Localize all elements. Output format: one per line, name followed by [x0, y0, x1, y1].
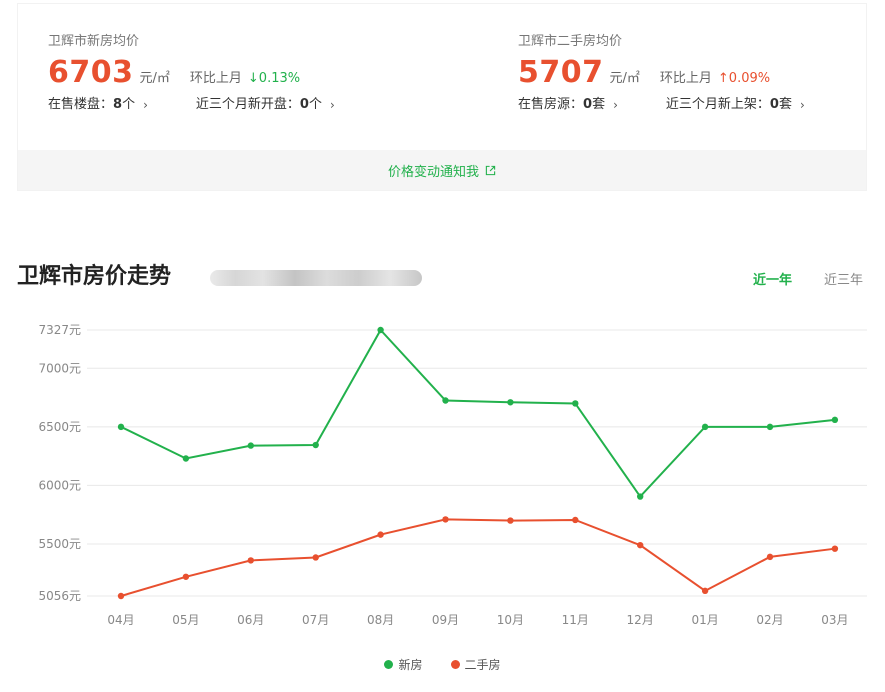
new-house-mom-value: ↓0.13%: [247, 71, 301, 86]
data-point[interactable]: [312, 554, 319, 561]
data-point[interactable]: [377, 326, 384, 334]
x-tick-label: 05月: [172, 613, 199, 627]
data-point[interactable]: [572, 400, 579, 407]
data-point[interactable]: [572, 516, 579, 524]
tab-one-year[interactable]: 近一年: [753, 273, 792, 289]
blurred-subtitle: [210, 270, 422, 286]
price-trend-chart: 5056元 5500元 6000元 6500元 7000元 7327元 04月 05月 06月…: [38, 323, 867, 627]
trend-title: 卫辉市房价走势: [17, 264, 172, 289]
legend-dot-icon: [384, 660, 394, 669]
x-tick-label: 09月: [432, 613, 459, 627]
second-house-price: 5707: [518, 55, 604, 90]
data-point[interactable]: [312, 441, 319, 449]
data-point[interactable]: [247, 557, 254, 564]
new-openings-label: 近三个月新开盘：: [195, 97, 300, 112]
data-point[interactable]: [637, 541, 644, 549]
data-point[interactable]: [182, 455, 190, 462]
second-house-city-label: 卫辉市二手房均价: [518, 34, 623, 49]
series-line-1: [120, 518, 836, 597]
data-point[interactable]: [831, 416, 839, 424]
on-sale-listings-suffix: 套: [592, 97, 606, 112]
tab-three-years[interactable]: 近三年: [824, 273, 863, 289]
x-tick-label: 03月: [821, 613, 848, 627]
data-point[interactable]: [831, 545, 839, 552]
legend-label: 新房: [398, 658, 423, 672]
data-point[interactable]: [442, 516, 449, 523]
second-house-mom-label: 环比上月: [659, 71, 712, 86]
y-tick-label: 7327元: [38, 323, 81, 337]
new-house-price-row: 6703 元/㎡ 环比上月 ↓0.13%: [48, 56, 335, 90]
external-link-icon: [485, 165, 496, 175]
new-house-stats: 在售楼盘： 8 个 › 近三个月新开盘： 0 个 ›: [48, 96, 335, 114]
on-sale-projects-link[interactable]: 在售楼盘： 8 个 ›: [48, 96, 148, 114]
y-tick-label: 7000元: [38, 361, 81, 375]
legend-dot-icon: [450, 660, 460, 669]
new-listings-link[interactable]: 近三个月新上架： 0 套 ›: [666, 96, 805, 114]
second-house-summary: 卫辉市二手房均价 5707 元/㎡ 环比上月 ↑0.09% 在售房源： 0 套 › …: [518, 34, 805, 114]
on-sale-listings-label: 在售房源：: [518, 97, 584, 112]
second-house-price-unit: 元/㎡: [609, 71, 640, 86]
data-point[interactable]: [766, 553, 774, 561]
x-tick-label: 01月: [691, 613, 718, 627]
price-change-notify-button[interactable]: 价格变动通知我: [18, 150, 866, 190]
chevron-right-icon: ›: [329, 98, 335, 112]
y-tick-label: 6500元: [38, 420, 81, 434]
data-point[interactable]: [637, 493, 644, 500]
on-sale-projects-label: 在售楼盘：: [48, 97, 114, 112]
new-openings-link[interactable]: 近三个月新开盘： 0 个 ›: [196, 96, 335, 114]
data-point[interactable]: [701, 587, 709, 595]
data-point[interactable]: [701, 423, 709, 431]
x-tick-label: 04月: [107, 613, 134, 627]
chart-legend: 新房 二手房: [0, 656, 885, 673]
data-point[interactable]: [247, 442, 254, 449]
legend-label: 二手房: [464, 658, 501, 672]
new-openings-count: 0: [299, 97, 309, 112]
y-tick-label: 5056元: [38, 589, 81, 603]
x-tick-label: 10月: [497, 613, 524, 627]
data-point[interactable]: [377, 531, 384, 538]
on-sale-projects-suffix: 个: [122, 97, 136, 112]
chevron-right-icon: ›: [799, 98, 805, 112]
y-tick-label: 5500元: [38, 537, 81, 551]
data-point[interactable]: [507, 399, 514, 406]
legend-item[interactable]: 二手房: [450, 656, 501, 673]
second-house-stats: 在售房源： 0 套 › 近三个月新上架： 0 套 ›: [518, 96, 805, 114]
x-tick-label: 02月: [756, 613, 783, 627]
y-tick-label: 6000元: [38, 478, 81, 492]
data-point[interactable]: [117, 423, 125, 431]
x-tick-label: 07月: [302, 613, 329, 627]
x-tick-label: 08月: [367, 613, 394, 627]
data-point[interactable]: [766, 423, 774, 431]
data-point[interactable]: [117, 592, 125, 600]
second-house-mom-value: ↑0.09%: [717, 71, 771, 86]
on-sale-listings-count: 0: [583, 97, 593, 112]
data-point[interactable]: [507, 517, 514, 524]
new-house-city-label: 卫辉市新房均价: [48, 34, 140, 49]
legend-item[interactable]: 新房: [384, 656, 423, 673]
new-house-summary: 卫辉市新房均价 6703 元/㎡ 环比上月 ↓0.13% 在售楼盘： 8 个 › 近…: [48, 34, 335, 114]
new-openings-suffix: 个: [308, 97, 322, 112]
new-house-price-unit: 元/㎡: [139, 71, 170, 86]
second-house-price-row: 5707 元/㎡ 环比上月 ↑0.09%: [518, 56, 805, 90]
data-point[interactable]: [182, 573, 190, 580]
x-tick-label: 06月: [237, 613, 264, 627]
new-listings-count: 0: [769, 97, 779, 112]
x-tick-label: 12月: [627, 613, 654, 627]
new-house-mom-label: 环比上月: [189, 71, 242, 86]
on-sale-projects-count: 8: [113, 97, 123, 112]
new-listings-label: 近三个月新上架：: [665, 97, 770, 112]
x-tick-label: 11月: [562, 613, 589, 627]
new-house-price: 6703: [48, 55, 134, 90]
series-line-0: [120, 328, 836, 499]
data-point[interactable]: [442, 397, 449, 404]
chevron-right-icon: ›: [143, 98, 148, 112]
new-listings-suffix: 套: [778, 97, 792, 112]
notify-label: 价格变动通知我: [387, 164, 479, 180]
on-sale-listings-link[interactable]: 在售房源： 0 套 ›: [518, 96, 618, 114]
chevron-right-icon: ›: [613, 98, 618, 112]
price-summary-card: 卫辉市新房均价 6703 元/㎡ 环比上月 ↓0.13% 在售楼盘： 8 个 › 近…: [17, 3, 867, 191]
